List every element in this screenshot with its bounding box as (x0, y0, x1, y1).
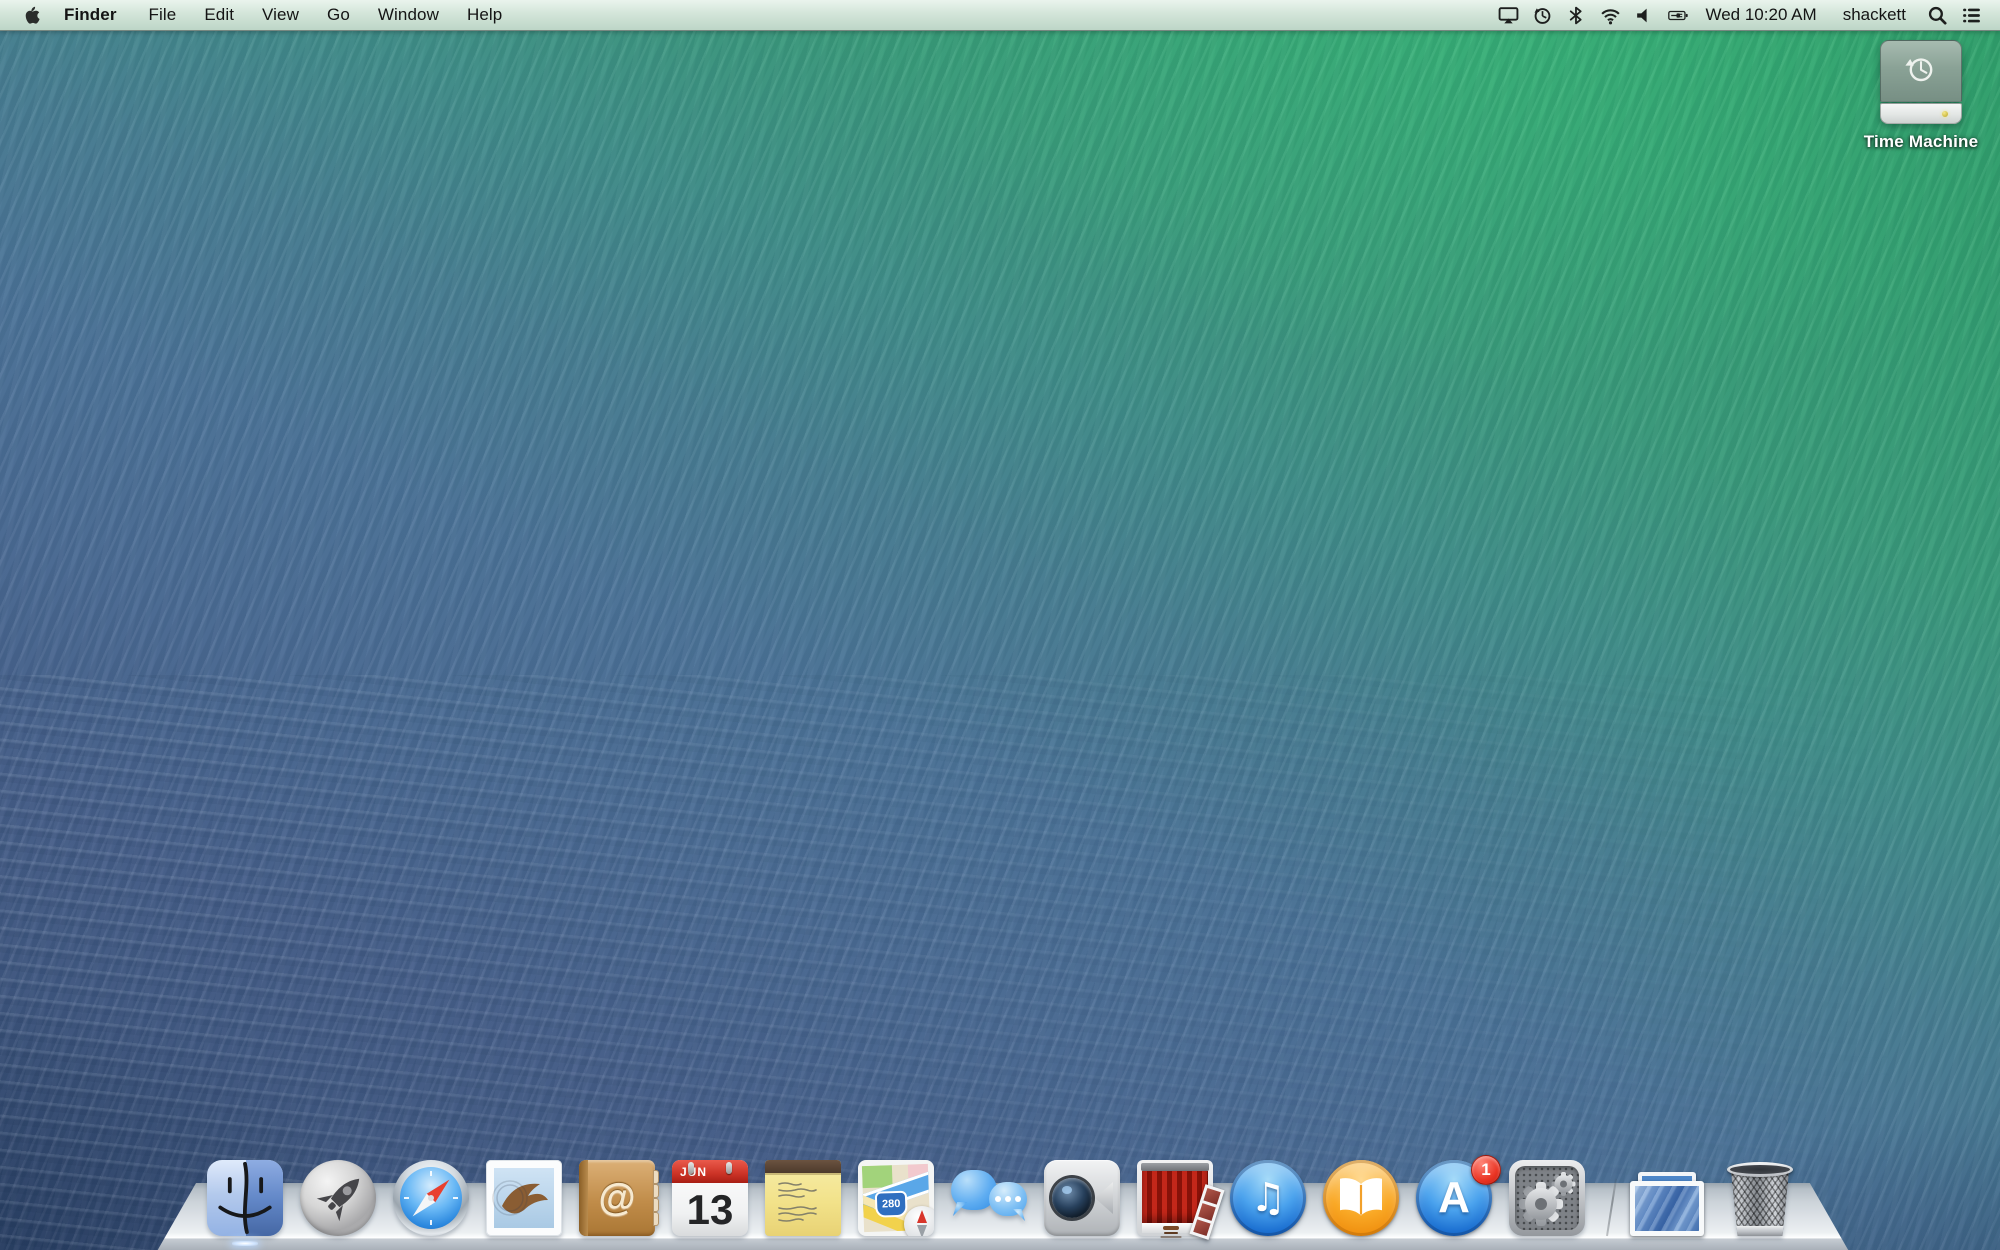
finder-icon (207, 1160, 283, 1236)
pictures-stack-icon (1629, 1172, 1705, 1236)
contacts-icon: @ (579, 1160, 655, 1236)
dock-item-ibooks[interactable] (1321, 1160, 1401, 1236)
dock-divider (1600, 1178, 1614, 1236)
dock-item-app-store[interactable]: A 1 (1414, 1160, 1494, 1236)
stack-picture (1635, 1186, 1699, 1231)
dock-item-photo-booth[interactable] (1135, 1160, 1215, 1236)
desktop-wallpaper (0, 0, 2000, 1250)
notification-center-icon[interactable] (1956, 0, 1986, 30)
gear-glyph (1509, 1160, 1585, 1236)
time-machine-drive-icon (1880, 40, 1962, 124)
drive-top (1880, 40, 1962, 102)
itunes-note-glyph: ♫ (1250, 1175, 1286, 1221)
ibooks-icon (1323, 1160, 1399, 1236)
menu-go[interactable]: Go (313, 0, 364, 30)
compass-needle-south (917, 1225, 927, 1236)
bluetooth-icon[interactable] (1561, 0, 1591, 30)
dock-item-notes[interactable] (763, 1160, 843, 1236)
contacts-at-glyph: @ (579, 1160, 655, 1236)
dock-item-mail[interactable] (484, 1160, 564, 1236)
menu-bar-left: Finder File Edit View Go Window Help (0, 0, 516, 30)
dock-item-trash[interactable] (1720, 1162, 1800, 1236)
photobooth-valance (1141, 1163, 1209, 1171)
menu-view[interactable]: View (248, 0, 313, 30)
maps-icon: 280 (858, 1160, 934, 1236)
stack-front-frame (1630, 1181, 1704, 1236)
time-machine-menu-icon[interactable] (1527, 0, 1557, 30)
menu-finder[interactable]: Finder (50, 0, 135, 30)
dock-item-system-preferences[interactable] (1507, 1160, 1587, 1236)
calendar-icon: JUN 13 (672, 1160, 748, 1236)
running-indicator (232, 1241, 258, 1246)
dock-item-facetime[interactable] (1042, 1160, 1122, 1236)
spotlight-icon[interactable] (1922, 0, 1952, 30)
dock: @ JUN 13 280 (150, 1160, 1855, 1236)
launchpad-icon (300, 1160, 376, 1236)
menu-window[interactable]: Window (364, 0, 453, 30)
battery-icon[interactable] (1663, 0, 1693, 30)
maps-compass (904, 1206, 934, 1236)
calendar-month: JUN (672, 1160, 748, 1183)
apple-menu[interactable] (16, 0, 50, 30)
dock-item-safari[interactable] (391, 1160, 471, 1236)
maps-route-shield: 280 (875, 1191, 908, 1218)
wifi-icon[interactable] (1595, 0, 1625, 30)
drive-led (1942, 111, 1948, 117)
itunes-icon: ♫ (1230, 1160, 1306, 1236)
menu-bar-status: Wed 10:20 AM shackett (1493, 0, 2000, 30)
trash-basket (1726, 1169, 1794, 1236)
dock-item-finder[interactable] (205, 1160, 285, 1236)
desktop-icon-time-machine[interactable]: Time Machine (1862, 40, 1980, 152)
app-store-a-glyph: A (1438, 1173, 1470, 1223)
messages-icon (951, 1160, 1027, 1236)
photo-booth-icon (1137, 1160, 1213, 1236)
facetime-icon (1044, 1160, 1120, 1236)
mail-icon (486, 1160, 562, 1236)
dock-item-itunes[interactable]: ♫ (1228, 1160, 1308, 1236)
app-store-badge: 1 (1471, 1155, 1501, 1185)
compass-needle-north (917, 1210, 927, 1223)
photobooth-stool (1163, 1226, 1179, 1230)
desktop-icon-label: Time Machine (1864, 132, 1979, 152)
trash-rim (1727, 1162, 1793, 1177)
safari-icon (393, 1160, 469, 1236)
system-preferences-icon (1509, 1160, 1585, 1236)
menu-file[interactable]: File (135, 0, 191, 30)
dock-item-maps[interactable]: 280 (856, 1160, 936, 1236)
volume-icon[interactable] (1629, 0, 1659, 30)
calendar-day: 13 (672, 1183, 748, 1236)
dock-item-messages[interactable] (949, 1160, 1029, 1236)
facetime-lens (1052, 1178, 1092, 1218)
dock-item-pictures-stack[interactable] (1627, 1172, 1707, 1236)
airplay-icon[interactable] (1493, 0, 1523, 30)
drive-bottom (1880, 103, 1962, 124)
notes-icon (765, 1160, 841, 1236)
messages-bubble-small (989, 1182, 1027, 1216)
dock-item-launchpad[interactable] (298, 1160, 378, 1236)
menu-edit[interactable]: Edit (190, 0, 248, 30)
facetime-camera-triangle (1095, 1182, 1113, 1214)
apple-logo-icon (25, 5, 42, 25)
menu-help[interactable]: Help (453, 0, 516, 30)
dock-divider-line (1606, 1179, 1617, 1237)
dock-item-calendar[interactable]: JUN 13 (670, 1160, 750, 1236)
menu-bar-user[interactable]: shackett (1831, 5, 1918, 25)
menu-bar-clock[interactable]: Wed 10:20 AM (1697, 5, 1826, 25)
menu-bar: Finder File Edit View Go Window Help Wed… (0, 0, 2000, 31)
open-book-glyph (1333, 1173, 1389, 1223)
dock-item-contacts[interactable]: @ (577, 1160, 657, 1236)
trash-icon (1726, 1162, 1794, 1236)
